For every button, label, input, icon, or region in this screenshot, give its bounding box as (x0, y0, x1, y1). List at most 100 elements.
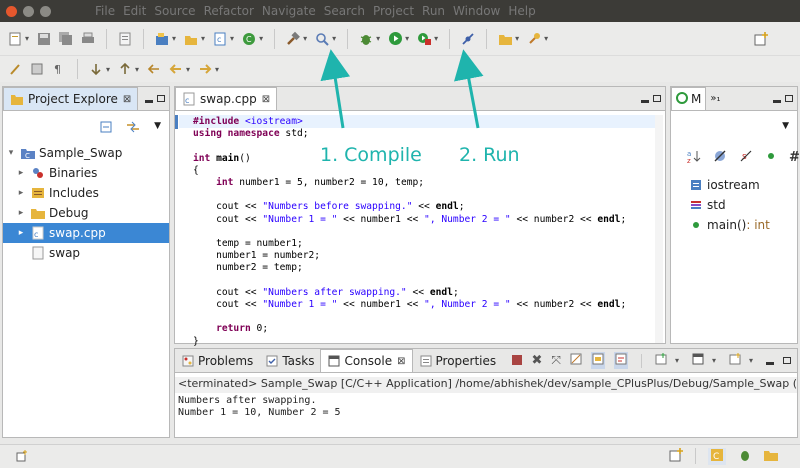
hide-fields-icon[interactable] (713, 149, 727, 166)
new-folder-icon[interactable] (183, 31, 199, 47)
sort-icon[interactable]: az (687, 149, 701, 166)
hide-non-public-icon[interactable] (765, 150, 777, 165)
link-with-editor-icon[interactable] (126, 121, 140, 136)
run-dropdown-icon[interactable]: ▾ (405, 34, 409, 43)
pin-console-dropdown-icon[interactable]: ▾ (675, 356, 679, 365)
toggle-comment-icon[interactable] (29, 61, 45, 77)
open-folder-icon[interactable] (497, 31, 513, 47)
pin-dropdown-icon[interactable]: ▾ (544, 34, 548, 43)
expand-toggle-icon[interactable]: ▾ (5, 148, 17, 158)
tree-item-project[interactable]: ▾ C Sample_Swap (3, 143, 169, 163)
tree-item-includes[interactable]: ▸ Includes (3, 183, 169, 203)
clear-console-icon[interactable] (570, 353, 582, 368)
minimize-window-icon[interactable] (23, 5, 34, 17)
minimize-view-icon[interactable] (766, 362, 774, 365)
external-tools-dropdown-icon[interactable]: ▾ (434, 34, 438, 43)
tab-outline[interactable]: M (671, 87, 707, 110)
minimize-view-icon[interactable] (773, 100, 781, 103)
new-icon[interactable] (7, 31, 23, 47)
open-console-icon[interactable] (729, 353, 741, 368)
cpp-perspective-icon[interactable]: C (708, 448, 726, 465)
expand-toggle-icon[interactable]: ▸ (15, 208, 27, 218)
outline-item-main[interactable]: main() : int (685, 215, 797, 235)
next-annotation-icon[interactable] (88, 61, 104, 77)
minimize-view-icon[interactable] (145, 100, 153, 103)
menu-project[interactable]: Project (369, 4, 418, 18)
forward-icon[interactable] (197, 61, 213, 77)
tree-item-debug[interactable]: ▸ Debug (3, 203, 169, 223)
hide-macros-icon[interactable]: # (789, 150, 800, 165)
display-console-dropdown-icon[interactable]: ▾ (712, 356, 716, 365)
tab-console[interactable]: Console ⊠ (320, 349, 413, 372)
tree-item-binaries[interactable]: ▸ Binaries (3, 163, 169, 183)
view-menu-icon[interactable]: ▼ (782, 121, 789, 131)
new-dropdown-icon[interactable]: ▾ (25, 34, 29, 43)
tab-more-views[interactable]: »₁ (706, 87, 724, 110)
close-window-icon[interactable] (6, 5, 17, 17)
console-output[interactable]: Numbers after swapping. Number 1 = 10, Nu… (178, 395, 341, 419)
print-icon[interactable] (80, 31, 96, 47)
minimize-view-icon[interactable] (641, 100, 649, 103)
menu-file[interactable]: File (91, 4, 119, 18)
display-console-icon[interactable] (692, 353, 704, 368)
close-icon[interactable]: ⊠ (397, 356, 405, 367)
maximize-view-icon[interactable] (653, 95, 661, 102)
scroll-lock-icon[interactable] (590, 352, 605, 369)
maximize-view-icon[interactable] (783, 357, 791, 364)
outline-item-iostream[interactable]: iostream (685, 175, 797, 195)
save-all-icon[interactable] (58, 31, 74, 47)
menu-refactor[interactable]: Refactor (200, 4, 258, 18)
skip-breakpoints-icon[interactable] (460, 31, 476, 47)
previous-annotation-dropdown-icon[interactable]: ▾ (135, 65, 139, 74)
menu-source[interactable]: Source (150, 4, 199, 18)
new-class-icon[interactable]: C (241, 31, 257, 47)
pin-icon[interactable] (526, 31, 542, 47)
resource-perspective-icon[interactable] (764, 448, 778, 465)
build-hammer-icon[interactable] (285, 31, 301, 47)
menu-run[interactable]: Run (418, 4, 449, 18)
outline-item-std[interactable]: std (685, 195, 797, 215)
open-perspective-icon[interactable] (669, 448, 683, 465)
tab-swap-cpp[interactable]: c swap.cpp ⊠ (175, 87, 278, 110)
close-icon[interactable]: ⊠ (123, 94, 131, 105)
debug-dropdown-icon[interactable]: ▾ (376, 34, 380, 43)
previous-annotation-icon[interactable] (117, 61, 133, 77)
fast-view-icon[interactable] (16, 450, 28, 465)
tab-project-explorer[interactable]: Project Explore ⊠ (3, 87, 139, 110)
debug-perspective-icon[interactable] (738, 448, 752, 465)
search-dropdown-icon[interactable]: ▾ (332, 34, 336, 43)
search-icon[interactable] (314, 31, 330, 47)
word-wrap-icon[interactable] (613, 352, 628, 369)
expand-toggle-icon[interactable]: ▸ (15, 188, 27, 198)
tree-item-swap[interactable]: swap (3, 243, 169, 263)
tab-problems[interactable]: Problems (175, 349, 259, 372)
new-cpp-project-icon[interactable] (154, 31, 170, 47)
save-icon[interactable] (36, 31, 52, 47)
toggle-mark-occurrences-icon[interactable] (7, 61, 23, 77)
maximize-view-icon[interactable] (785, 95, 793, 102)
new-project-dropdown-icon[interactable]: ▾ (172, 34, 176, 43)
menu-help[interactable]: Help (504, 4, 539, 18)
pin-console-icon[interactable] (655, 353, 667, 368)
open-perspective-icon[interactable] (753, 31, 769, 47)
new-source-dropdown-icon[interactable]: ▾ (230, 34, 234, 43)
back-dropdown-icon[interactable]: ▾ (186, 65, 190, 74)
menu-edit[interactable]: Edit (119, 4, 150, 18)
open-console-dropdown-icon[interactable]: ▾ (749, 356, 753, 365)
show-whitespace-icon[interactable]: ¶ (51, 61, 67, 77)
expand-toggle-icon[interactable]: ▸ (15, 168, 27, 178)
tree-item-swap-cpp[interactable]: ▸ c swap.cpp (3, 223, 169, 243)
view-menu-icon[interactable]: ▼ (154, 121, 161, 136)
remove-all-terminated-icon[interactable]: ⤧ (551, 353, 561, 368)
collapse-all-icon[interactable] (100, 121, 112, 136)
menu-window[interactable]: Window (449, 4, 504, 18)
hide-static-icon[interactable]: s (739, 149, 753, 166)
run-icon[interactable] (387, 31, 403, 47)
menu-search[interactable]: Search (320, 4, 369, 18)
build-dropdown-icon[interactable]: ▾ (303, 34, 307, 43)
debug-bug-icon[interactable] (358, 31, 374, 47)
expand-toggle-icon[interactable]: ▸ (15, 228, 27, 238)
menu-navigate[interactable]: Navigate (258, 4, 320, 18)
forward-dropdown-icon[interactable]: ▾ (215, 65, 219, 74)
close-icon[interactable]: ⊠ (262, 94, 270, 105)
